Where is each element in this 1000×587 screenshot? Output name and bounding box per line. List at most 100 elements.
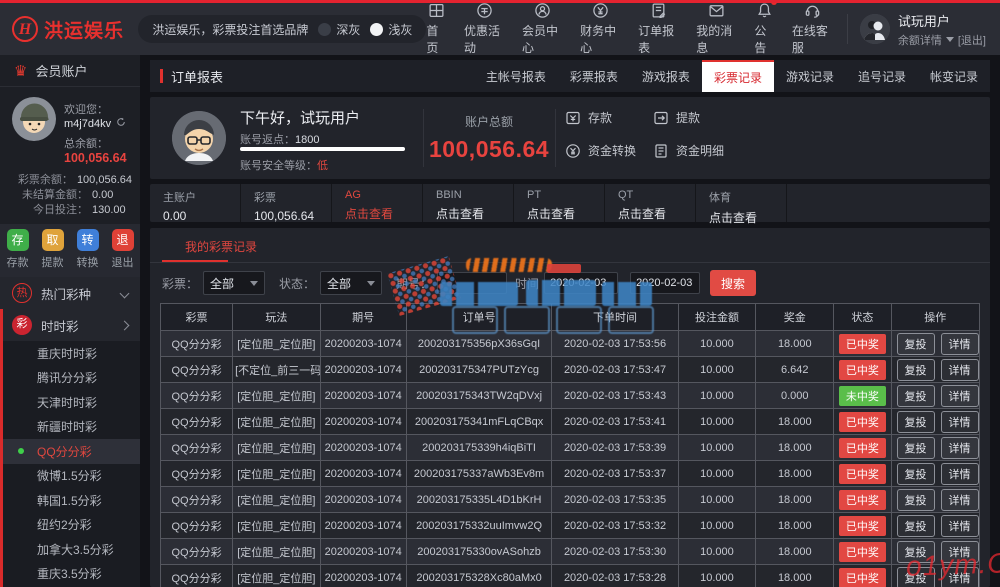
chevron-right-icon (120, 320, 130, 330)
rebet-button[interactable]: 复投 (897, 385, 935, 407)
quick-action-button[interactable]: 退 退出 (112, 229, 134, 270)
deposit-link[interactable]: 存款 (565, 109, 653, 126)
balance-cell[interactable]: 体育 点击查看 (696, 184, 787, 222)
nav-messages[interactable]: 我的消息 (696, 2, 737, 56)
cell-amount: 10.000 (678, 461, 756, 487)
date-from-input[interactable] (544, 272, 618, 294)
record-row: QQ分分彩 [定位胆_定位胆] 20200203-1074 2002031753… (161, 565, 980, 587)
sidebar-lottery-item[interactable]: 微博1.5分彩 (3, 464, 140, 489)
report-tab[interactable]: 彩票记录 (702, 60, 774, 92)
issue-input[interactable] (437, 272, 507, 294)
sidebar-lottery-item[interactable]: 腾讯分分彩 (3, 366, 140, 391)
cell-lottery: QQ分分彩 (161, 435, 233, 461)
sidebar-lottery-item[interactable]: 韩国1.5分彩 (3, 488, 140, 513)
nav-customer-service[interactable]: 在线客服 (792, 2, 833, 56)
balance-detail-link[interactable]: 余额详情 (898, 32, 942, 48)
logout-link[interactable]: [退出] (958, 32, 986, 48)
report-tab[interactable]: 彩票报表 (558, 60, 630, 92)
sidebar-lottery-item[interactable]: 加拿大3.5分彩 (3, 537, 140, 562)
rebet-button[interactable]: 复投 (897, 489, 935, 511)
header-divider (847, 14, 848, 44)
nav-announcements[interactable]: 公告 (754, 2, 775, 56)
detail-button[interactable]: 详情 (941, 359, 979, 381)
detail-button[interactable]: 详情 (941, 567, 979, 587)
cell-time: 2020-02-03 17:53:28 (552, 565, 678, 587)
detail-button[interactable]: 详情 (941, 515, 979, 537)
quick-action-icon: 存 (7, 229, 29, 251)
withdraw-link[interactable]: 提款 (653, 109, 763, 126)
cell-amount: 10.000 (678, 539, 756, 565)
balance-cell[interactable]: AG 点击查看 (332, 184, 423, 222)
divider (555, 109, 556, 167)
rebet-button[interactable]: 复投 (897, 463, 935, 485)
rebet-button[interactable]: 复投 (897, 437, 935, 459)
nav-member-center[interactable]: 会员中心 (522, 2, 563, 56)
menu-hot-lotteries[interactable]: 热 热门彩种 (0, 277, 140, 309)
sidebar-lottery-item[interactable]: 重庆3.5分彩 (3, 562, 140, 587)
quick-action-button[interactable]: 存 存款 (7, 229, 29, 270)
search-button[interactable]: 搜索 (710, 270, 756, 296)
rebet-button[interactable]: 复投 (897, 541, 935, 563)
menu-ssc-header[interactable]: 彩 时时彩 (3, 309, 140, 341)
detail-button[interactable]: 详情 (941, 411, 979, 433)
theme-light-toggle[interactable]: 浅灰 (370, 21, 412, 38)
sidebar-lottery-item[interactable]: 天津时时彩 (3, 390, 140, 415)
quick-action-button[interactable]: 取 提款 (42, 229, 64, 270)
report-tab[interactable]: 帐变记录 (918, 60, 990, 92)
nav-promotions[interactable]: 优惠活动 (464, 2, 505, 56)
home-icon (428, 2, 445, 19)
rebet-button[interactable]: 复投 (897, 515, 935, 537)
rebet-button[interactable]: 复投 (897, 411, 935, 433)
balance-cell[interactable]: 彩票 100,056.64 (241, 184, 332, 222)
slogan-bar: 洪运娱乐，彩票投注首选品牌 深灰 浅灰 (138, 15, 426, 43)
sidebar-lottery-item[interactable]: QQ分分彩 (3, 439, 140, 464)
sidebar-lottery-item[interactable]: 重庆时时彩 (3, 341, 140, 366)
statement-link[interactable]: 资金明细 (653, 142, 763, 159)
status-select[interactable]: 全部 (320, 271, 382, 295)
balance-cell[interactable]: 主账户 0.00 (150, 184, 241, 222)
balance-cell[interactable]: BBIN 点击查看 (423, 184, 514, 222)
select-caret-icon (250, 281, 258, 286)
rebet-button[interactable]: 复投 (897, 333, 935, 355)
report-tab[interactable]: 游戏记录 (774, 60, 846, 92)
cell-order: 200203175343TW2qDVxj (406, 383, 552, 409)
record-row: QQ分分彩 [定位胆_定位胆] 20200203-1074 2002031753… (161, 487, 980, 513)
quick-actions: 存 存款 取 提款 转 转换 退 退出 (0, 224, 140, 277)
detail-button[interactable]: 详情 (941, 463, 979, 485)
record-row: QQ分分彩 [定位胆_定位胆] 20200203-1074 2002031753… (161, 331, 980, 357)
detail-button[interactable]: 详情 (941, 489, 979, 511)
column-header: 订单号 (406, 304, 552, 331)
balance-cell[interactable]: QT 点击查看 (605, 184, 696, 222)
theme-dark-toggle[interactable]: 深灰 (318, 21, 360, 38)
report-tab[interactable]: 游戏报表 (630, 60, 702, 92)
member-icon (534, 2, 551, 19)
brand-logo[interactable]: H 洪运娱乐 (0, 16, 126, 43)
cell-issue: 20200203-1074 (320, 409, 406, 435)
nav-order-reports[interactable]: 订单报表 (638, 2, 679, 56)
sidebar-lottery-item[interactable]: 纽约2分彩 (3, 513, 140, 538)
quick-action-button[interactable]: 转 转换 (77, 229, 99, 270)
cell-order: 200203175332uuImvw2Q (406, 513, 552, 539)
cell-prize: 18.000 (756, 409, 834, 435)
lottery-select[interactable]: 全部 (203, 271, 265, 295)
sidebar-lottery-item[interactable]: 新疆时时彩 (3, 415, 140, 440)
report-tab[interactable]: 主帐号报表 (474, 60, 558, 92)
report-tab[interactable]: 追号记录 (846, 60, 918, 92)
tab-my-lottery-records[interactable]: 我的彩票记录 (185, 238, 257, 255)
withdraw-icon (653, 110, 669, 126)
balance-cell[interactable]: PT 点击查看 (514, 184, 605, 222)
cell-prize: 18.000 (756, 331, 834, 357)
user-menu[interactable]: 试玩用户 余额详情 [退出] (860, 11, 1000, 48)
transfer-link[interactable]: 资金转换 (565, 142, 653, 159)
detail-button[interactable]: 详情 (941, 437, 979, 459)
nav-home[interactable]: 首页 (426, 2, 447, 56)
date-to-input[interactable] (630, 272, 700, 294)
detail-button[interactable]: 详情 (941, 333, 979, 355)
rebet-button[interactable]: 复投 (897, 359, 935, 381)
detail-button[interactable]: 详情 (941, 385, 979, 407)
detail-button[interactable]: 详情 (941, 541, 979, 563)
refresh-icon[interactable] (113, 118, 126, 130)
select-caret-icon (367, 281, 375, 286)
rebet-button[interactable]: 复投 (897, 567, 935, 587)
nav-finance-center[interactable]: 财务中心 (580, 2, 621, 56)
